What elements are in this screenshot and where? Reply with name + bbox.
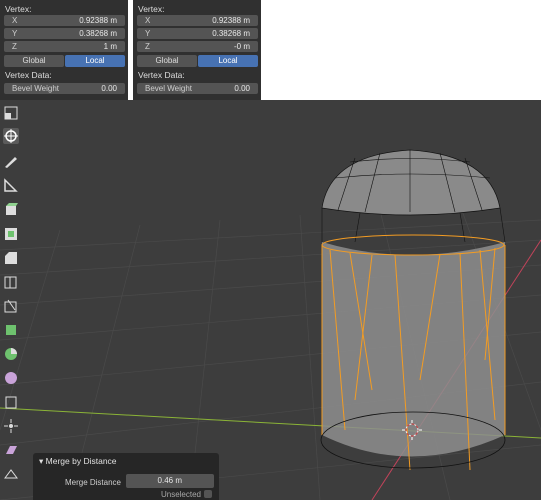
3d-viewport[interactable] xyxy=(0,100,541,500)
bevel-weight-value: 0.00 xyxy=(234,84,250,93)
bevel-weight-field[interactable]: Bevel Weight 0.00 xyxy=(137,83,258,94)
annotate-icon[interactable] xyxy=(3,153,19,169)
vertex-header: Vertex: xyxy=(138,4,165,14)
loop-cut-icon[interactable] xyxy=(3,274,19,290)
y-label: Y xyxy=(145,29,151,38)
shrink-fatten-icon[interactable] xyxy=(3,418,19,434)
local-button[interactable]: Local xyxy=(198,55,258,67)
operator-panel-header[interactable]: ▾ Merge by Distance xyxy=(39,456,117,467)
z-value: 1 m xyxy=(103,42,117,51)
bevel-weight-value: 0.00 xyxy=(101,84,117,93)
y-label: Y xyxy=(12,29,18,38)
spin-icon[interactable] xyxy=(3,346,19,362)
tool-shelf xyxy=(0,100,22,500)
vertex-z-field[interactable]: Z 1 m xyxy=(4,41,125,52)
vertex-y-field[interactable]: Y 0.38268 m xyxy=(137,28,258,39)
vertex-panel-left: Vertex: X 0.92388 m Y 0.38268 m Z 1 m Gl… xyxy=(0,0,128,100)
merge-distance-label: Merge Distance xyxy=(64,478,121,487)
cursor-icon[interactable] xyxy=(3,128,19,144)
vertex-x-field[interactable]: X 0.92388 m xyxy=(4,15,125,26)
global-button[interactable]: Global xyxy=(4,55,64,67)
vertex-x-field[interactable]: X 0.92388 m xyxy=(137,15,258,26)
select-box-icon[interactable] xyxy=(3,105,19,121)
viewport-right-border xyxy=(541,100,549,500)
vertex-y-field[interactable]: Y 0.38268 m xyxy=(4,28,125,39)
x-value: 0.92388 m xyxy=(212,16,250,25)
vertex-data-header: Vertex Data: xyxy=(138,70,185,80)
bevel-icon[interactable] xyxy=(3,250,19,266)
z-label: Z xyxy=(145,42,150,51)
operator-title: Merge by Distance xyxy=(45,456,117,466)
bevel-weight-label: Bevel Weight xyxy=(145,84,192,93)
bevel-weight-label: Bevel Weight xyxy=(12,84,59,93)
extrude-icon[interactable] xyxy=(3,201,19,217)
inset-icon[interactable] xyxy=(3,226,19,242)
vertex-z-field[interactable]: Z -0 m xyxy=(137,41,258,52)
shear-icon[interactable] xyxy=(3,442,19,458)
poly-build-icon[interactable] xyxy=(3,322,19,338)
bevel-weight-field[interactable]: Bevel Weight 0.00 xyxy=(4,83,125,94)
space-toggle: Global Local xyxy=(137,55,258,67)
knife-icon[interactable] xyxy=(3,298,19,314)
x-label: X xyxy=(145,16,151,25)
collapse-triangle-icon[interactable]: ▾ xyxy=(39,456,43,466)
x-label: X xyxy=(12,16,18,25)
measure-icon[interactable] xyxy=(3,177,19,193)
local-button[interactable]: Local xyxy=(65,55,125,67)
unselected-checkbox[interactable] xyxy=(204,490,212,498)
merge-distance-value: 0.46 m xyxy=(157,476,182,485)
y-value: 0.38268 m xyxy=(79,29,117,38)
vertex-panel-right: Vertex: X 0.92388 m Y 0.38268 m Z -0 m G… xyxy=(133,0,261,100)
y-value: 0.38268 m xyxy=(212,29,250,38)
global-button[interactable]: Global xyxy=(137,55,197,67)
smooth-icon[interactable] xyxy=(3,370,19,386)
rip-icon[interactable] xyxy=(3,466,19,482)
unselected-label: Unselected xyxy=(160,490,201,499)
z-label: Z xyxy=(12,42,17,51)
x-value: 0.92388 m xyxy=(79,16,117,25)
vertex-header: Vertex: xyxy=(5,4,32,14)
viewport-scene xyxy=(0,149,541,500)
space-toggle: Global Local xyxy=(4,55,125,67)
edge-slide-icon[interactable] xyxy=(3,394,19,410)
merge-distance-field[interactable]: 0.46 m xyxy=(126,474,214,488)
merge-by-distance-panel[interactable]: ▾ Merge by Distance Merge Distance 0.46 … xyxy=(33,453,219,500)
z-value: -0 m xyxy=(234,42,250,51)
vertex-data-header: Vertex Data: xyxy=(5,70,52,80)
